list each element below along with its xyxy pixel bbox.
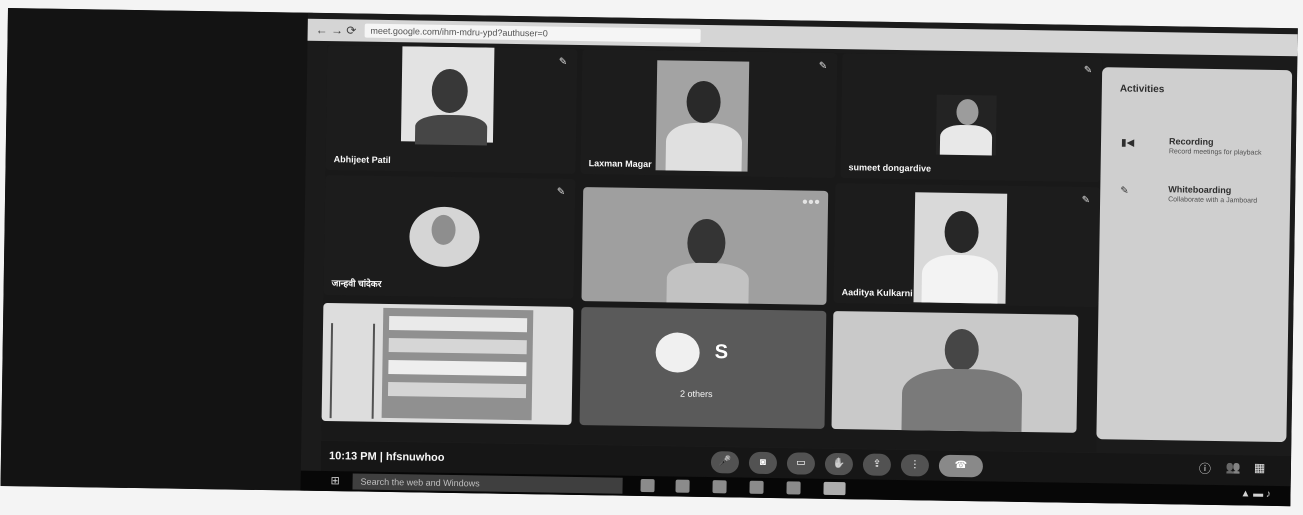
participant-tile-active[interactable]: ●●●: [581, 187, 829, 305]
participant-tile[interactable]: ✎ Laxman Magar: [580, 49, 838, 179]
activities-title: Activities: [1119, 83, 1165, 96]
participant-tile[interactable]: ✎ Aaditya Kulkarni: [833, 183, 1101, 308]
activities-panel: Activities ▮◀ Recording Record meetings …: [1096, 67, 1293, 443]
windows-start-icon[interactable]: ⊞: [331, 474, 340, 487]
others-avatar: [655, 332, 700, 373]
mic-off-icon: ✎: [818, 60, 828, 72]
file-explorer-icon[interactable]: [712, 480, 727, 494]
mic-off-icon: ✎: [556, 186, 566, 198]
screen: ← → ⟳ meet.google.com/ihm-mdru-ypd?authu…: [300, 12, 1298, 507]
photo-of-monitor: ← → ⟳ meet.google.com/ihm-mdru-ypd?authu…: [0, 8, 1298, 507]
participant-video: [400, 46, 495, 146]
mic-off-icon: ✎: [1081, 194, 1091, 207]
store-icon[interactable]: [749, 480, 764, 494]
activities-icon[interactable]: ▦: [1254, 461, 1266, 475]
others-tile[interactable]: S 2 others: [579, 307, 827, 429]
participant-tile-bookshelf[interactable]: [321, 302, 574, 425]
participant-name: Aaditya Kulkarni: [841, 287, 913, 299]
camera-button[interactable]: ◙: [748, 451, 778, 475]
edge-icon[interactable]: [675, 479, 690, 493]
monitor-bezel: [0, 8, 313, 491]
participant-tile[interactable]: ✎ Abhijeet Patil: [325, 45, 578, 174]
mail-icon[interactable]: [786, 481, 801, 495]
stand-shape: [329, 323, 376, 419]
participant-avatar: [408, 206, 480, 268]
system-tray-icons[interactable]: ▲ ▬ ♪: [1240, 488, 1271, 499]
participant-video: [935, 94, 997, 156]
time-and-meeting-code: 10:13 PM | hfsnuwhoo: [328, 450, 445, 464]
participant-video: [655, 60, 750, 172]
browser-nav-icons[interactable]: ← → ⟳: [316, 23, 357, 38]
participant-name: Abhijeet Patil: [333, 154, 391, 166]
speaking-indicator-icon: ●●●: [801, 196, 821, 208]
mic-off-icon: ✎: [1083, 64, 1093, 77]
info-icon[interactable]: ⓘ: [1199, 460, 1211, 477]
participant-tile[interactable]: ✎ जान्हवी चांदेकर: [323, 175, 576, 299]
task-view-icon[interactable]: [640, 478, 655, 493]
participant-tile[interactable]: [831, 311, 1079, 433]
bookshelf-image: [381, 307, 534, 421]
participant-video: [913, 192, 1008, 304]
others-count: 2 others: [679, 388, 713, 400]
end-call-button[interactable]: ☎: [938, 454, 984, 478]
others-initial: S: [714, 341, 729, 364]
mic-button[interactable]: 🎤: [710, 451, 740, 474]
meeting-grid: ✎ Abhijeet Patil ✎ Laxman Magar ✎ sumeet…: [321, 45, 1103, 453]
participant-name: जान्हवी चांदेकर: [331, 278, 382, 289]
raise-hand-button[interactable]: ✋: [824, 452, 854, 476]
chrome-icon[interactable]: [823, 481, 846, 496]
people-icon[interactable]: 👥: [1226, 460, 1241, 474]
mic-off-icon: ✎: [558, 56, 568, 68]
address-bar[interactable]: meet.google.com/ihm-mdru-ypd?authuser=0: [364, 23, 701, 43]
taskbar-search[interactable]: Search the web and Windows: [352, 473, 623, 494]
present-button[interactable]: ⇪: [862, 453, 892, 476]
participant-name: Laxman Magar: [588, 158, 652, 170]
participant-name: sumeet dongardive: [848, 162, 932, 174]
video-record-icon: ▮◀: [1120, 137, 1135, 149]
whiteboard-icon: ✎: [1120, 185, 1129, 197]
participant-tile[interactable]: ✎ sumeet dongardive: [840, 53, 1103, 183]
captions-button[interactable]: ▭: [786, 452, 816, 475]
more-options-button[interactable]: ⋮: [900, 454, 930, 477]
